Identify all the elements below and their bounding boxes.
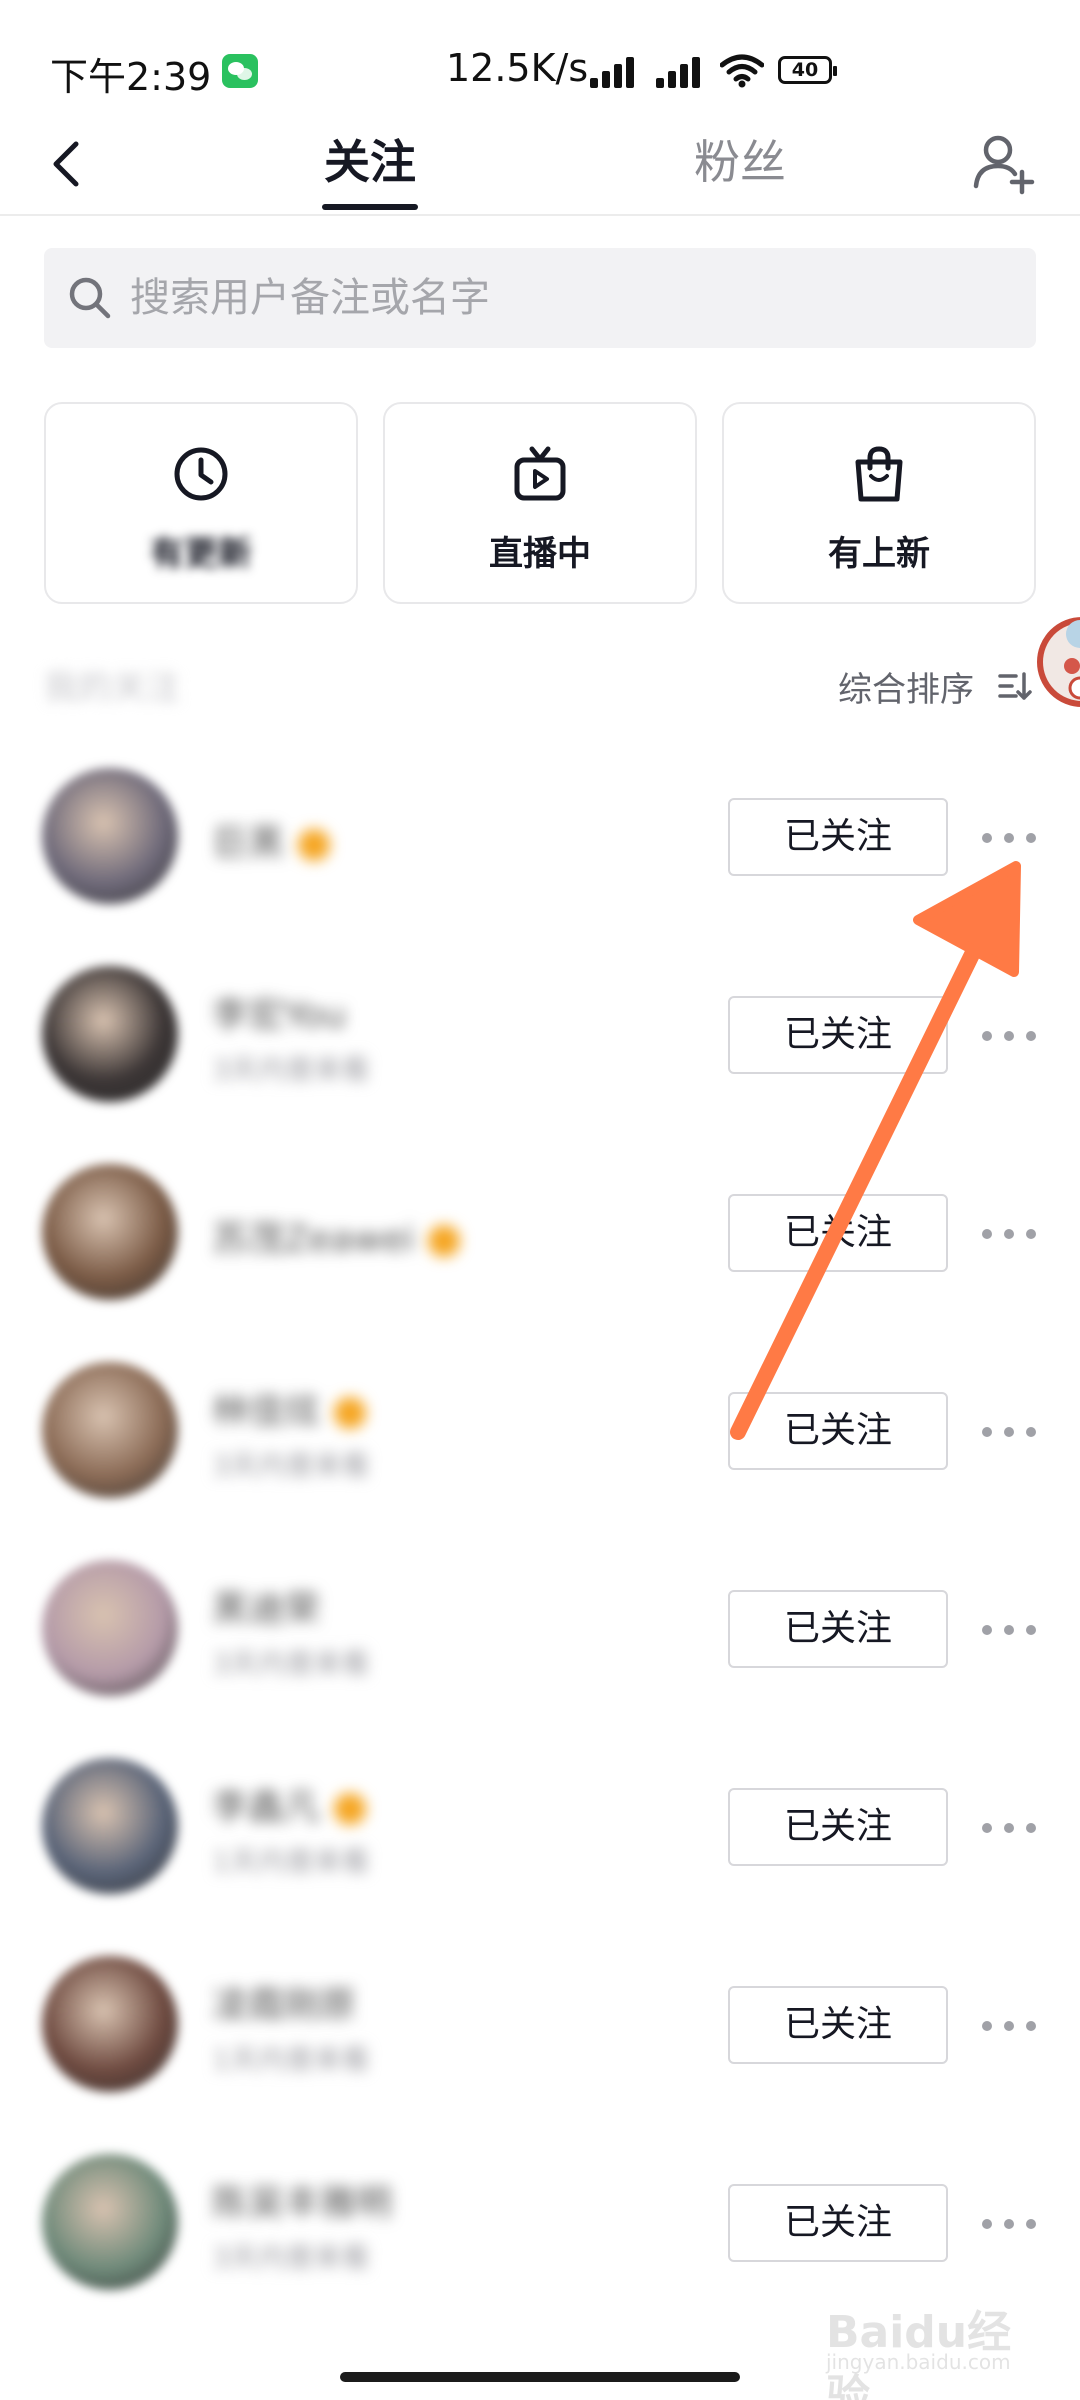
baidu-watermark: Baidu经验 jingyan.baidu.com <box>826 2296 1026 2400</box>
user-name[interactable]: 黑迪荣 <box>212 1580 320 1632</box>
user-name[interactable]: 苏茂Zeawei <box>212 1210 461 1262</box>
tab-following-label: 关注 <box>324 135 416 189</box>
more-options-icon[interactable] <box>982 1412 1036 1452</box>
filter-card-updated[interactable]: 有更新 <box>44 402 358 604</box>
avatar[interactable] <box>42 1362 178 1498</box>
user-name[interactable]: 李鑫凡 <box>212 1778 367 1830</box>
verified-badge <box>428 1225 461 1257</box>
battery-indicator: 40 <box>778 56 837 84</box>
following-button[interactable]: 已关注 <box>728 1194 948 1272</box>
filter-label-live: 直播中 <box>489 534 591 574</box>
avatar[interactable] <box>42 2154 178 2290</box>
verified-badge <box>298 829 331 861</box>
clock-icon <box>174 447 228 501</box>
following-button[interactable]: 已关注 <box>728 1590 948 1668</box>
search-input[interactable] <box>130 248 1010 348</box>
following-button[interactable]: 已关注 <box>728 996 948 1074</box>
user-row[interactable]: 凌霞刚原 1天内曾来看 已关注 <box>0 1926 1080 2124</box>
tab-following[interactable]: 关注 <box>300 126 440 212</box>
more-options-icon[interactable] <box>982 1808 1036 1848</box>
back-arrow-icon[interactable] <box>40 134 100 194</box>
following-button[interactable]: 已关注 <box>728 798 948 876</box>
status-bar: 下午2:39 12.5K/s 40 <box>0 0 1080 130</box>
user-name[interactable]: 林佳炫 <box>212 1382 367 1434</box>
search-bar[interactable] <box>44 248 1036 348</box>
sort-button[interactable]: 综合排序 <box>838 662 974 711</box>
following-button[interactable]: 已关注 <box>728 1392 948 1470</box>
verified-badge <box>334 1397 367 1429</box>
more-options-icon[interactable] <box>982 2006 1036 2046</box>
search-icon <box>69 277 111 319</box>
user-subtitle: 1天内曾来看 <box>212 1845 370 1878</box>
user-name[interactable]: 凌霞刚原 <box>212 1976 356 2028</box>
user-row[interactable]: 林佳炫 3天内曾来看 已关注 <box>0 1332 1080 1530</box>
verified-badge <box>334 1793 367 1825</box>
section-title: 我的关注 <box>44 668 180 708</box>
user-name[interactable]: 巨黑 <box>212 814 331 866</box>
sort-icon[interactable] <box>996 670 1032 702</box>
user-row[interactable]: 黑迪荣 3天内曾来看 已关注 <box>0 1530 1080 1728</box>
user-subtitle: 3天内曾来看 <box>212 1449 370 1482</box>
tab-fans-label: 粉丝 <box>694 135 786 189</box>
more-options-icon[interactable] <box>982 1610 1036 1650</box>
user-subtitle: 1天内曾来看 <box>212 2043 370 2076</box>
avatar[interactable] <box>42 1164 178 1300</box>
active-tab-underline <box>322 204 418 210</box>
more-options-icon[interactable] <box>982 818 1036 858</box>
user-row[interactable]: 李鑫凡 1天内曾来看 已关注 <box>0 1728 1080 1926</box>
user-name[interactable]: 李宏You <box>212 986 346 1038</box>
top-nav: 关注 粉丝 <box>0 120 1080 216</box>
tv-play-icon <box>514 446 566 501</box>
user-subtitle: 3天内曾来看 <box>212 1647 370 1680</box>
user-name[interactable]: 陈吴丰雅明 <box>212 2174 392 2226</box>
shopping-bag-icon <box>855 446 903 502</box>
signal-icon-2 <box>656 56 706 88</box>
avatar[interactable] <box>42 1758 178 1894</box>
watermark-main: Baidu经验 <box>826 2307 1012 2400</box>
more-options-icon[interactable] <box>982 2204 1036 2244</box>
filter-card-new-products[interactable]: 有上新 <box>722 402 1036 604</box>
more-options-icon[interactable] <box>982 1016 1036 1056</box>
avatar[interactable] <box>42 966 178 1102</box>
user-row[interactable]: 巨黑 已关注 <box>0 738 1080 936</box>
filter-card-live[interactable]: 直播中 <box>383 402 697 604</box>
filter-label-new-products: 有上新 <box>828 534 930 574</box>
status-time: 下午2:39 <box>50 55 212 99</box>
user-subtitle: 3天内曾来看 <box>212 1053 370 1086</box>
following-button[interactable]: 已关注 <box>728 1788 948 1866</box>
mascot-sticker[interactable] <box>1034 584 1080 734</box>
user-row[interactable]: 苏茂Zeawei 已关注 <box>0 1134 1080 1332</box>
watermark-sub: jingyan.baidu.com <box>826 2350 1011 2374</box>
wifi-icon <box>720 54 764 88</box>
filter-label-updated: 有更新 <box>150 534 252 574</box>
following-button[interactable]: 已关注 <box>728 1986 948 2064</box>
user-subtitle: 3天内曾来看 <box>212 2241 370 2274</box>
avatar[interactable] <box>42 1956 178 2092</box>
add-friend-icon[interactable] <box>968 128 1038 198</box>
home-indicator[interactable] <box>340 2372 740 2382</box>
wechat-notification-icon <box>222 54 258 88</box>
user-row[interactable]: 陈吴丰雅明 3天内曾来看 已关注 <box>0 2124 1080 2322</box>
user-row[interactable]: 李宏You 3天内曾来看 已关注 <box>0 936 1080 1134</box>
more-options-icon[interactable] <box>982 1214 1036 1254</box>
avatar[interactable] <box>42 1560 178 1696</box>
network-speed: 12.5K/s <box>446 46 589 90</box>
signal-icon <box>590 56 640 88</box>
avatar[interactable] <box>42 768 178 904</box>
following-button[interactable]: 已关注 <box>728 2184 948 2262</box>
tab-fans[interactable]: 粉丝 <box>670 126 810 212</box>
